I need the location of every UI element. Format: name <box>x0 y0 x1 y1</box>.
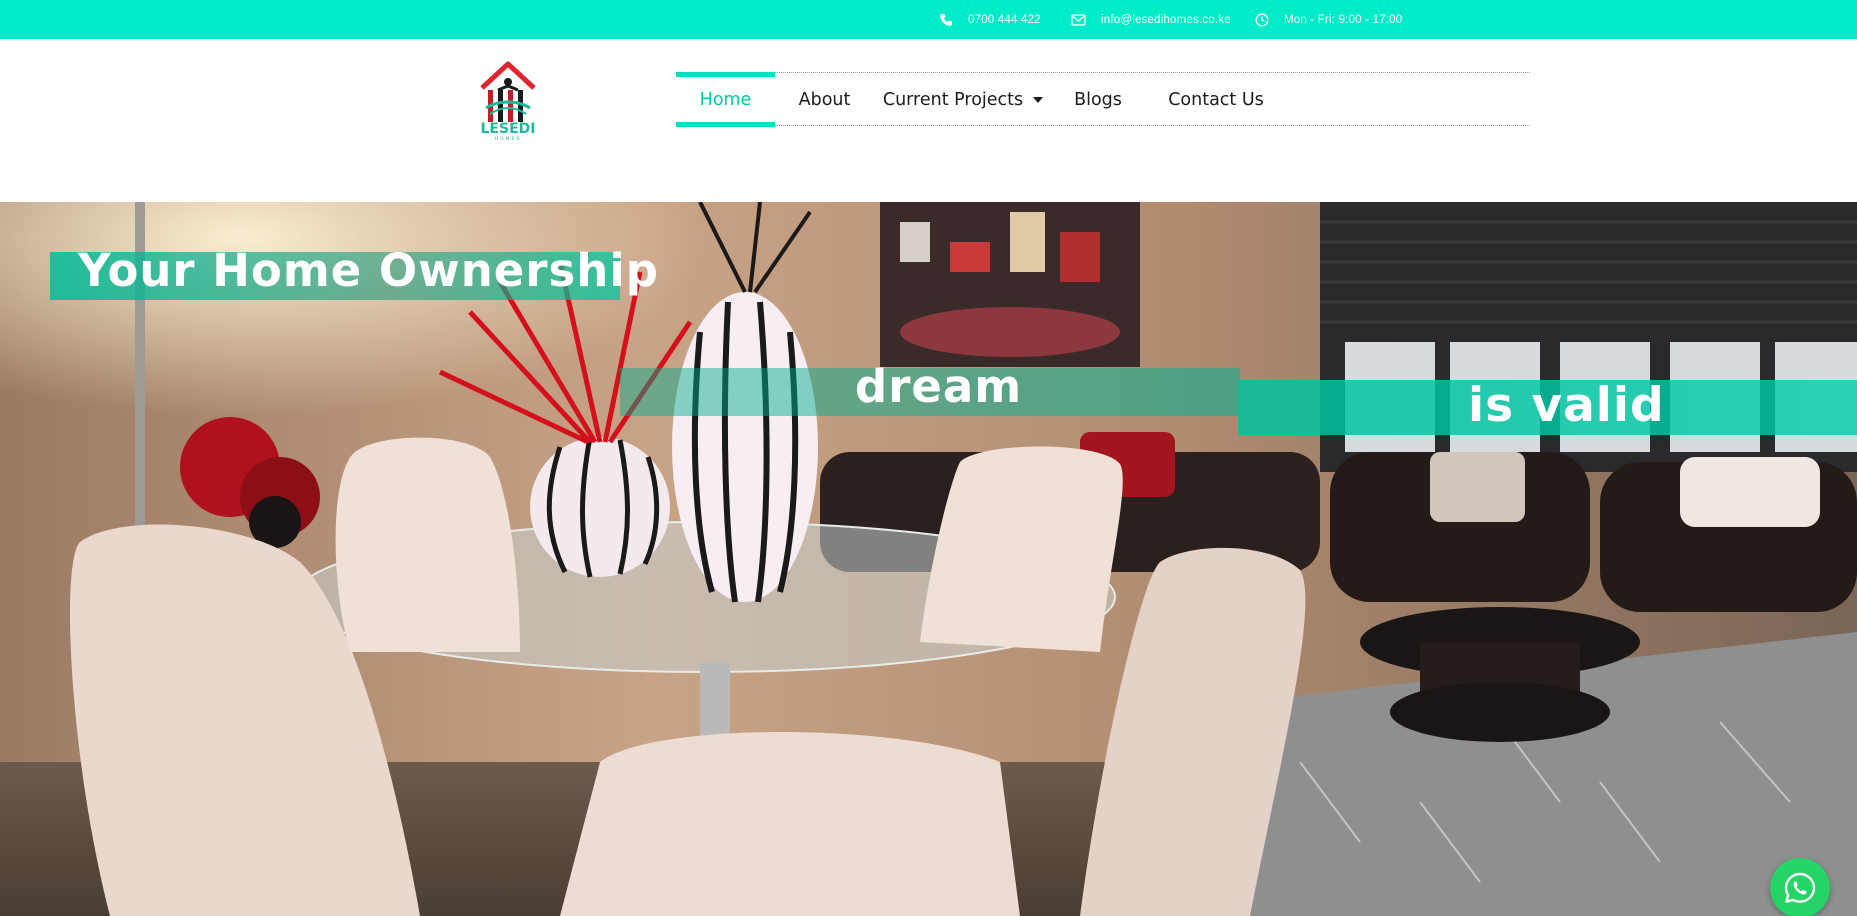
clock-icon <box>1255 13 1269 26</box>
hero-headline-line-3: is valid <box>1468 378 1665 433</box>
nav-about-label: About <box>798 89 851 110</box>
hero-background-image <box>0 202 1857 916</box>
nav-home[interactable]: Home <box>676 72 775 127</box>
nav-contact-us-label: Contact Us <box>1168 89 1264 110</box>
nav-contact-us[interactable]: Contact Us <box>1144 72 1288 127</box>
top-contact-bar: 0700 444 422 info@lesedihomes.co.ke Mon … <box>0 0 1857 39</box>
office-hours: Mon - Fri: 9:00 - 17:00 <box>1284 13 1403 26</box>
nav-about[interactable]: About <box>775 72 874 127</box>
nav-current-projects-label: Current Projects <box>882 89 1024 110</box>
hero-banner: Your Home Ownership dream is valid <box>0 202 1857 916</box>
phone-number: 0700 444 422 <box>968 13 1041 26</box>
nav-current-projects[interactable]: Current Projects <box>874 72 1052 127</box>
envelope-icon <box>1071 13 1086 26</box>
site-logo[interactable]: LESEDI HOMES <box>474 60 542 142</box>
whatsapp-icon <box>1784 872 1816 903</box>
logo-subtext: HOMES <box>495 136 522 142</box>
nav-home-label: Home <box>699 89 752 110</box>
hero-headline-line-2: dream <box>855 360 1023 413</box>
phone-icon <box>940 13 952 26</box>
topbar-phone[interactable]: 0700 444 422 <box>939 0 1041 39</box>
site-header: LESEDI HOMES Home About Current Projects… <box>0 39 1857 202</box>
main-navigation: Home About Current Projects Blogs Contac… <box>676 72 1530 127</box>
nav-blogs[interactable]: Blogs <box>1052 72 1144 127</box>
chevron-down-icon <box>1033 96 1044 103</box>
whatsapp-chat-button[interactable] <box>1770 858 1830 916</box>
topbar-hours: Mon - Fri: 9:00 - 17:00 <box>1255 0 1402 39</box>
email-address: info@lesedihomes.co.ke <box>1101 13 1231 26</box>
nav-blogs-label: Blogs <box>1074 89 1122 110</box>
logo-wordmark: LESEDI <box>481 121 536 137</box>
topbar-email[interactable]: info@lesedihomes.co.ke <box>1071 0 1231 39</box>
hero-headline-line-1: Your Home Ownership <box>78 244 659 297</box>
